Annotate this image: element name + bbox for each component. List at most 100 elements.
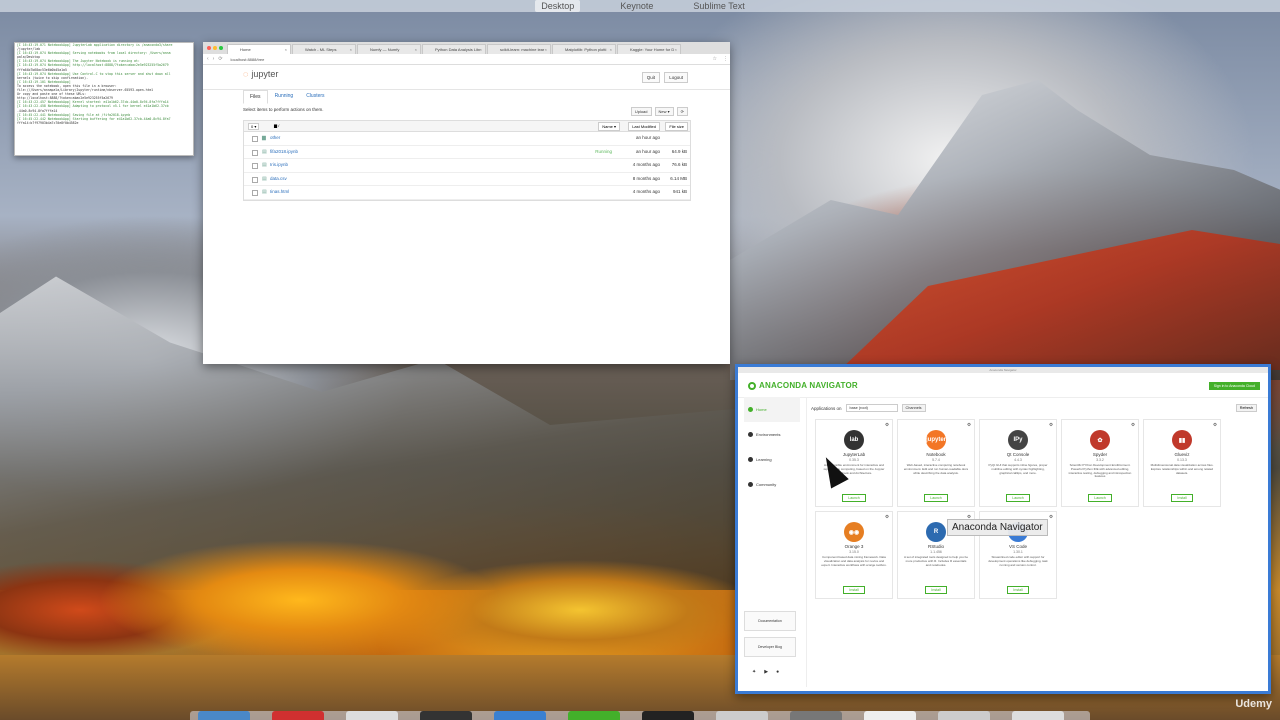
row-checkbox[interactable]: [252, 163, 258, 169]
dock-app-icon[interactable]: [346, 711, 398, 720]
sort-size-button[interactable]: File size: [665, 122, 688, 131]
dock-app-icon[interactable]: [642, 711, 694, 720]
sort-modified-button[interactable]: Last Modified: [628, 122, 660, 131]
dock-app-icon[interactable]: [790, 711, 842, 720]
dock-app-icon[interactable]: [1012, 711, 1064, 720]
browser-window[interactable]: Home × Watch - ML Steps × Numfy — Numfy × P…: [203, 42, 730, 364]
close-tab-icon[interactable]: ×: [350, 45, 352, 54]
gear-icon[interactable]: ⚙: [1213, 422, 1217, 428]
gear-icon[interactable]: ⚙: [885, 422, 889, 428]
logout-button[interactable]: Logout: [664, 72, 688, 83]
file-size: 76.6 kB: [671, 162, 687, 167]
close-tab-icon[interactable]: ×: [610, 45, 612, 54]
twitter-icon[interactable]: ✦: [752, 669, 756, 675]
file-name-link[interactable]: data.csv: [270, 173, 287, 186]
close-tab-icon[interactable]: ×: [415, 45, 417, 54]
app-action-button[interactable]: Launch: [924, 494, 948, 502]
browser-tab[interactable]: Numfy — Numfy ×: [357, 44, 421, 54]
new-dropdown[interactable]: New ▾: [654, 107, 674, 116]
refresh-button[interactable]: Refresh: [1235, 404, 1257, 412]
browser-tab[interactable]: Python Data Analysis Libr ×: [422, 44, 486, 54]
select-all-dropdown[interactable]: 0 ▾: [248, 123, 260, 130]
breadcrumb[interactable]: ▆ /: [274, 123, 279, 128]
developer-blog-link[interactable]: Developer Blog: [744, 637, 796, 657]
file-row[interactable]: ▆ other an hour ago: [244, 132, 690, 146]
gear-icon[interactable]: ⚙: [1131, 422, 1135, 428]
menu-icon[interactable]: ⋮: [723, 56, 728, 62]
dock-app-icon[interactable]: [420, 711, 472, 720]
browser-tab[interactable]: Kaggle: Your Home for D ×: [617, 44, 681, 54]
minimize-window-button[interactable]: [213, 46, 217, 50]
tab-running[interactable]: Running: [269, 90, 300, 104]
dock-app-icon[interactable]: [198, 711, 250, 720]
sign-in-button[interactable]: Sign in to Anaconda Cloud: [1208, 382, 1260, 390]
app-action-button[interactable]: Launch: [1088, 494, 1112, 502]
file-row[interactable]: ▤ fifa2018.ipynb Running an hour ago 64.9 kB: [244, 146, 690, 159]
sidebar-item-community[interactable]: Community: [744, 472, 800, 497]
app-action-button[interactable]: Launch: [842, 494, 866, 502]
app-action-button[interactable]: Install: [843, 586, 865, 594]
gear-icon[interactable]: ⚙: [1049, 422, 1053, 428]
app-action-button[interactable]: Install: [1171, 494, 1193, 502]
environment-dropdown[interactable]: base (root): [845, 404, 898, 412]
dock-app-icon[interactable]: [938, 711, 990, 720]
menu-item[interactable]: Keynote: [620, 0, 653, 12]
file-row[interactable]: ▤ Iris.ipynb 4 months ago 76.6 kB: [244, 159, 690, 173]
gear-icon[interactable]: ⚙: [1049, 514, 1053, 520]
sidebar-item-label: Home: [756, 407, 767, 412]
browser-tab[interactable]: Matplotlib: Python plotti ×: [552, 44, 616, 54]
sort-name-button[interactable]: Name ▾: [598, 122, 620, 131]
gear-icon[interactable]: ⚙: [967, 422, 971, 428]
close-tab-icon[interactable]: ×: [285, 45, 287, 54]
browser-tab[interactable]: Watch - ML Steps ×: [292, 44, 356, 54]
dock-app-icon[interactable]: [864, 711, 916, 720]
file-name-link[interactable]: Iinas.html: [270, 186, 289, 199]
sidebar-item-environments[interactable]: Environments: [744, 422, 800, 447]
reload-icon[interactable]: ⟳: [218, 56, 222, 62]
terminal-window[interactable]: [I 16:43:19.071 NotebookApp] JupyterLab …: [14, 42, 194, 156]
row-checkbox[interactable]: [252, 176, 258, 183]
sidebar-item-home[interactable]: Home: [744, 397, 800, 422]
file-name-link[interactable]: fifa2018.ipynb: [270, 146, 298, 159]
tab-clusters[interactable]: Clusters: [300, 90, 330, 104]
documentation-link[interactable]: Documentation: [744, 611, 796, 631]
tab-files[interactable]: Files: [243, 90, 268, 104]
sidebar-item-learning[interactable]: Learning: [744, 447, 800, 472]
app-action-button[interactable]: Install: [1007, 586, 1029, 594]
dock-app-icon[interactable]: [716, 711, 768, 720]
sidebar-item-label: Learning: [756, 457, 772, 462]
row-checkbox[interactable]: [252, 136, 258, 142]
channels-button[interactable]: Channels: [901, 404, 926, 412]
file-name-link[interactable]: other: [270, 132, 280, 145]
row-checkbox[interactable]: [252, 190, 258, 196]
star-icon[interactable]: ☆: [713, 56, 717, 62]
app-action-button[interactable]: Launch: [1006, 494, 1030, 502]
close-window-button[interactable]: [207, 46, 211, 50]
gear-icon[interactable]: ⚙: [885, 514, 889, 520]
close-tab-icon[interactable]: ×: [480, 45, 482, 54]
zoom-window-button[interactable]: [219, 46, 223, 50]
back-icon[interactable]: ‹: [207, 56, 209, 62]
file-name-link[interactable]: Iris.ipynb: [270, 159, 288, 172]
github-icon[interactable]: ●: [776, 669, 779, 675]
dock-app-icon[interactable]: [568, 711, 620, 720]
file-row[interactable]: ▤ data.csv 8 months ago 6.14 MB: [244, 173, 690, 186]
browser-tab[interactable]: scikit-learn: machine lear ×: [487, 44, 551, 54]
forward-icon[interactable]: ›: [213, 56, 215, 62]
upload-button[interactable]: Upload: [630, 107, 652, 116]
menu-item[interactable]: Sublime Text: [693, 0, 744, 12]
close-tab-icon[interactable]: ×: [675, 45, 677, 54]
jupyter-logo[interactable]: ◌ jupyter: [243, 69, 278, 79]
refresh-icon[interactable]: ⟳: [676, 107, 688, 116]
youtube-icon[interactable]: ▶: [764, 669, 768, 675]
dock-app-icon[interactable]: [272, 711, 324, 720]
browser-tab[interactable]: Home ×: [227, 44, 291, 54]
quit-button[interactable]: Quit: [641, 72, 660, 83]
row-checkbox[interactable]: [252, 149, 258, 156]
dock-app-icon[interactable]: [494, 711, 546, 720]
url-field[interactable]: localhost:8888/tree: [227, 56, 709, 63]
menu-item[interactable]: Desktop: [535, 0, 581, 12]
close-tab-icon[interactable]: ×: [545, 45, 547, 54]
app-action-button[interactable]: Install: [925, 586, 947, 594]
file-row[interactable]: ▤ Iinas.html 4 months ago 941 kB: [244, 186, 690, 200]
